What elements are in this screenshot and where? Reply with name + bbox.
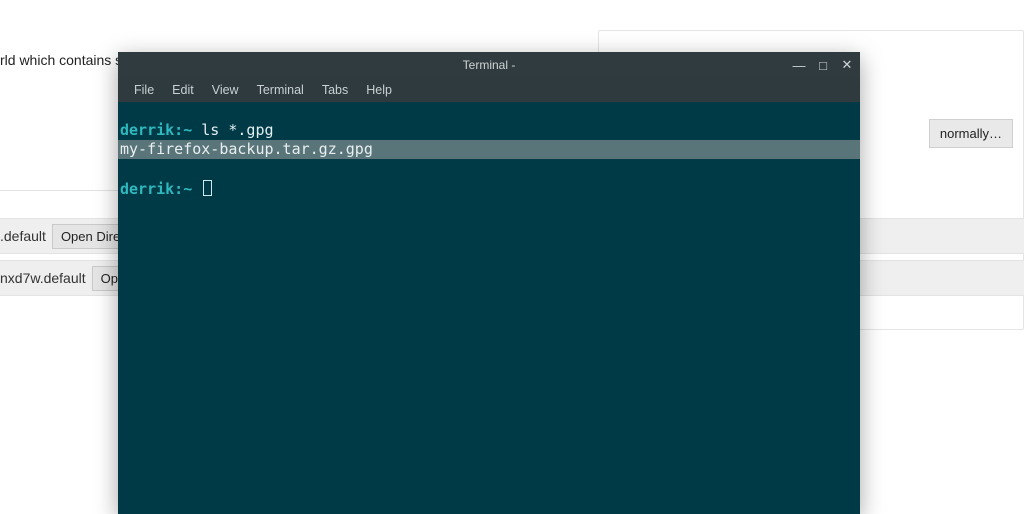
menu-help[interactable]: Help xyxy=(358,80,400,100)
maximize-icon[interactable]: □ xyxy=(814,56,832,74)
menu-edit[interactable]: Edit xyxy=(164,80,202,100)
terminal-window[interactable]: Terminal - — □ ✕ File Edit View Terminal… xyxy=(118,52,860,514)
minimize-icon[interactable]: — xyxy=(790,56,808,74)
window-controls: — □ ✕ xyxy=(790,52,856,78)
terminal-titlebar[interactable]: Terminal - — □ ✕ xyxy=(118,52,860,78)
terminal-body[interactable]: derrik:~ ls *.gpg my-firefox-backup.tar.… xyxy=(118,102,860,514)
menu-view[interactable]: View xyxy=(204,80,247,100)
terminal-line: derrik:~ xyxy=(118,180,212,198)
text-cursor xyxy=(203,180,212,196)
close-icon[interactable]: ✕ xyxy=(838,56,856,74)
restart-normally-button[interactable]: normally… xyxy=(929,119,1013,148)
menu-tabs[interactable]: Tabs xyxy=(314,80,356,100)
terminal-line: derrik:~ ls *.gpg xyxy=(118,121,274,139)
shell-prompt: derrik:~ xyxy=(120,121,192,139)
terminal-title: Terminal - xyxy=(463,58,516,72)
shell-command: ls *.gpg xyxy=(201,121,273,139)
shell-prompt: derrik:~ xyxy=(120,180,192,198)
terminal-output-selected: my-firefox-backup.tar.gz.gpg xyxy=(118,140,860,159)
menu-file[interactable]: File xyxy=(126,80,162,100)
profile-label: nxd7w.default xyxy=(0,270,86,286)
menu-terminal[interactable]: Terminal xyxy=(249,80,312,100)
profile-label: .default xyxy=(0,228,46,244)
terminal-menubar: File Edit View Terminal Tabs Help xyxy=(118,78,860,102)
